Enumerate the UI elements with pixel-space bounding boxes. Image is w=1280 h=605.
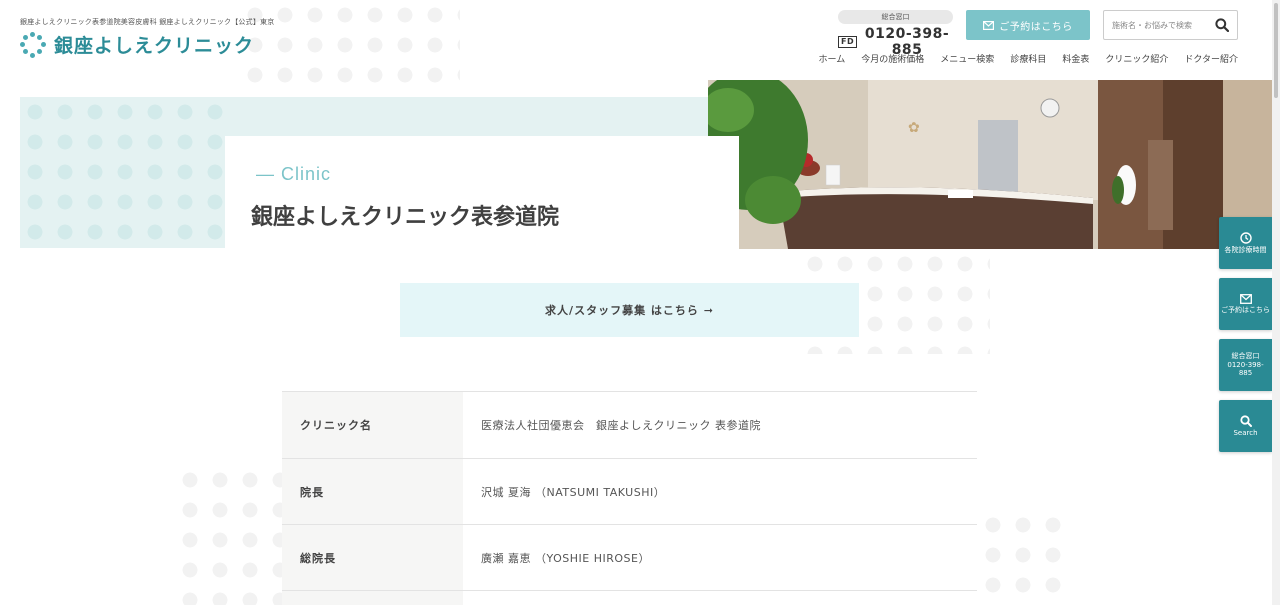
site-logo[interactable]: 銀座よしえクリニック xyxy=(20,31,254,58)
side-button-hours-label: 各院診療時間 xyxy=(1224,245,1267,254)
side-button-phone-label: 総合窓口 0120-398-885 xyxy=(1227,351,1264,378)
freedial-icon: FD xyxy=(838,36,858,48)
side-button-search[interactable]: Search xyxy=(1219,400,1272,452)
nav-item-clinic-intro[interactable]: クリニック紹介 xyxy=(1105,52,1168,65)
decorative-dots-header xyxy=(240,0,460,90)
row-label: クリニック名 xyxy=(282,391,463,459)
floating-side-buttons: 各院診療時間 ご予約はこちら 総合窓口 0120-398-885 Search xyxy=(1219,217,1272,461)
decorative-dots-left-bottom xyxy=(175,465,285,605)
search-icon xyxy=(1239,415,1252,427)
side-button-reserve[interactable]: ご予約はこちら xyxy=(1219,278,1272,330)
table-row xyxy=(282,590,977,605)
side-button-reserve-label: ご予約はこちら xyxy=(1221,305,1270,314)
reserve-button-label: ご予約はこちら xyxy=(999,21,1073,33)
clinic-info-table: クリニック名 医療法人社団優恵会 銀座よしえクリニック 表参道院 院長 沢城 夏… xyxy=(282,391,977,605)
mail-icon xyxy=(983,20,995,30)
mail-icon xyxy=(1239,293,1252,304)
clock-icon xyxy=(1239,231,1252,244)
search-icon[interactable] xyxy=(1215,18,1229,32)
search-box xyxy=(1103,10,1238,40)
decorative-dots-right-bottom xyxy=(978,510,1068,605)
row-label: 院長 xyxy=(282,458,463,525)
nav-item-monthly-price[interactable]: 今月の施術価格 xyxy=(861,52,924,65)
nav-item-home[interactable]: ホーム xyxy=(819,52,846,65)
main-nav: ホーム 今月の施術価格 メニュー検索 診療科目 料金表 クリニック紹介 ドクター… xyxy=(819,52,1238,65)
side-button-search-label: Search xyxy=(1233,428,1258,437)
svg-text:✿: ✿ xyxy=(908,120,920,136)
side-button-phone[interactable]: 総合窓口 0120-398-885 xyxy=(1219,339,1272,391)
logo-icon xyxy=(20,31,46,58)
row-value: 廣瀬 嘉恵 （YOSHIE HIROSE） xyxy=(481,551,650,565)
hero-dots xyxy=(20,97,225,248)
page-scrollbar[interactable] xyxy=(1272,0,1280,605)
phone-badge: 総合窓口 xyxy=(838,10,953,24)
side-button-hours[interactable]: 各院診療時間 xyxy=(1219,217,1272,269)
hero-eyebrow: — Clinic xyxy=(256,164,332,184)
row-value: 医療法人社団優恵会 銀座よしえクリニック 表参道院 xyxy=(481,419,761,432)
nav-item-menu-search[interactable]: メニュー検索 xyxy=(940,52,994,65)
nav-item-doctor-intro[interactable]: ドクター紹介 xyxy=(1184,52,1238,65)
reserve-button[interactable]: ご予約はこちら xyxy=(966,10,1090,40)
search-input[interactable] xyxy=(1112,20,1215,30)
site-tagline: 銀座よしえクリニック表参道院美容皮膚科 銀座よしえクリニック【公式】東京 xyxy=(20,18,275,26)
recruit-button[interactable]: 求人/スタッフ募集 はこちら ➞ xyxy=(400,283,859,337)
row-label: 総院長 xyxy=(282,524,463,591)
table-row: クリニック名 医療法人社団優恵会 銀座よしえクリニック 表参道院 xyxy=(282,391,977,459)
nav-item-departments[interactable]: 診療科目 xyxy=(1010,52,1046,65)
clinic-reception-photo: ✿ xyxy=(708,80,1272,249)
row-value: 沢城 夏海 （NATSUMI TAKUSHI） xyxy=(481,485,666,499)
phone-contact[interactable]: 総合窓口 FD 0120-398-885 xyxy=(838,10,953,58)
logo-text: 銀座よしえクリニック xyxy=(54,35,255,57)
nav-item-price-list[interactable]: 料金表 xyxy=(1062,52,1089,65)
scrollbar-thumb[interactable] xyxy=(1274,3,1278,98)
hero-card: — Clinic 銀座よしえクリニック表参道院 xyxy=(225,136,739,249)
page-title: 銀座よしえクリニック表参道院 xyxy=(251,205,560,230)
table-row: 総院長 廣瀬 嘉恵 （YOSHIE HIROSE） xyxy=(282,524,977,591)
table-row: 院長 沢城 夏海 （NATSUMI TAKUSHI） xyxy=(282,458,977,525)
